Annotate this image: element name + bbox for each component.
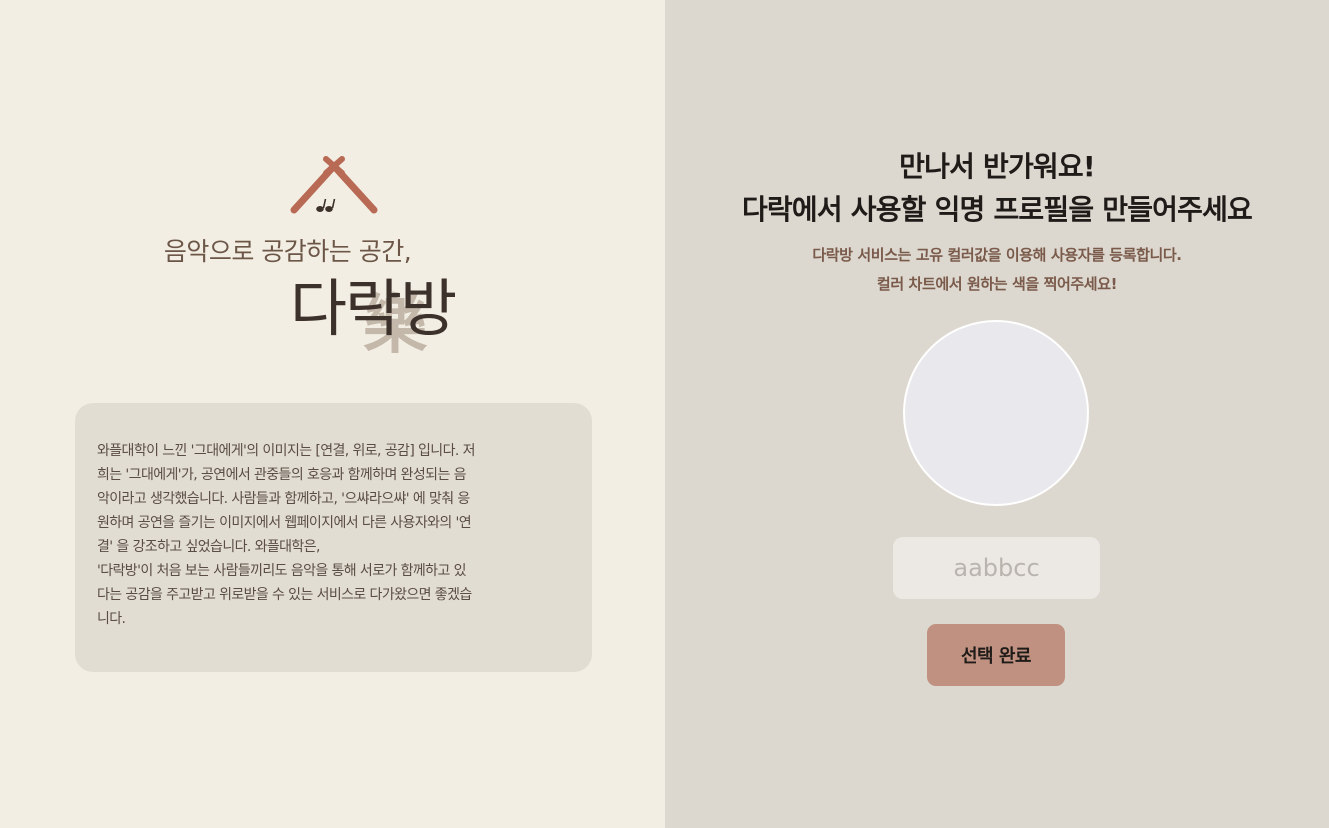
description-line: 결' 을 강조하고 싶었습니다. 와플대학은, bbox=[97, 539, 320, 555]
greeting-heading: 만나서 반가워요! bbox=[899, 150, 1095, 183]
description-line: 다는 공감을 주고받고 위로받을 수 있는 서비스로 다가왔으면 좋겠습 bbox=[97, 587, 472, 603]
description-line: 원하며 공연을 즐기는 이미지에서 웹페이지에서 다른 사용자와의 '연 bbox=[97, 515, 472, 531]
tagline: 음악으로 공감하는 공간, bbox=[163, 237, 412, 266]
color-pick-hint: 컬러 차트에서 원하는 색을 찍어주세요! bbox=[876, 275, 1118, 293]
hex-color-input[interactable] bbox=[893, 537, 1100, 599]
logo: 樂 다락방 bbox=[290, 272, 490, 382]
service-explanation: 다락방 서비스는 고유 컬러값을 이용해 사용자를 등록합니다. bbox=[812, 246, 1182, 264]
description-line: 희는 '그대에게'가, 공연에서 관중들의 호응과 함께하며 완성되는 음 bbox=[97, 467, 466, 483]
intro-panel: 음악으로 공감하는 공간, 樂 다락방 와플대학이 느낀 '그대에게'의 이미지… bbox=[0, 0, 665, 828]
select-complete-button[interactable]: 선택 완료 bbox=[927, 624, 1065, 686]
description-line: 니다. bbox=[97, 611, 126, 627]
instruction-heading: 다락에서 사용할 익명 프로필을 만들어주세요 bbox=[741, 193, 1253, 226]
description-card: 와플대학이 느낀 '그대에게'의 이미지는 [연결, 위로, 공감] 입니다. … bbox=[75, 403, 592, 672]
logo-text: 다락방 bbox=[290, 272, 457, 345]
profile-form-panel: 만나서 반가워요! 다락에서 사용할 익명 프로필을 만들어주세요 다락방 서비… bbox=[665, 0, 1329, 828]
profile-setup-page: 음악으로 공감하는 공간, 樂 다락방 와플대학이 느낀 '그대에게'의 이미지… bbox=[0, 0, 1329, 828]
description-line: '다락방'이 처음 보는 사람들끼리도 음악을 통해 서로가 함께하고 있 bbox=[97, 563, 466, 579]
house-roof-music-notes-icon bbox=[290, 156, 378, 214]
description-line: 악이라고 생각했습니다. 사람들과 함께하고, '으쌰라으쌰' 에 맞춰 응 bbox=[97, 491, 470, 507]
description-line: 와플대학이 느낀 '그대에게'의 이미지는 [연결, 위로, 공감] 입니다. … bbox=[97, 443, 475, 459]
color-preview-circle[interactable] bbox=[903, 320, 1089, 506]
